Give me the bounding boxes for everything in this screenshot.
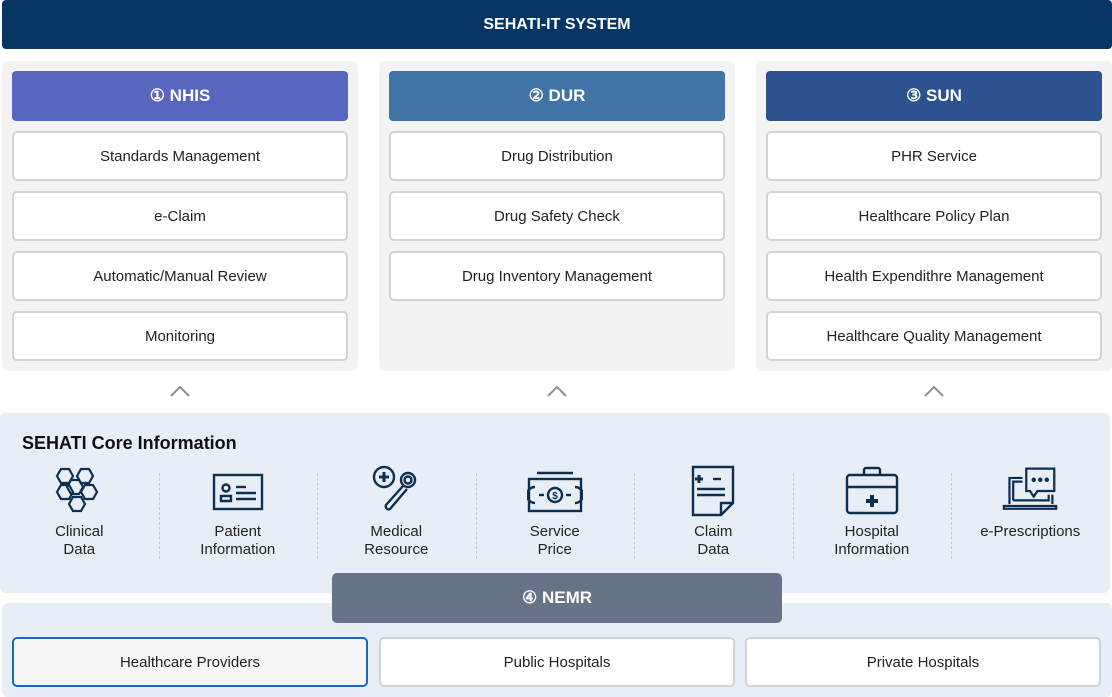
- hexagon-cluster-icon: [55, 467, 99, 513]
- banknote-icon: $: [526, 471, 583, 513]
- id-card-icon: [212, 473, 263, 511]
- nhis-item-monitoring[interactable]: Monitoring: [12, 311, 348, 361]
- core-item-label: Hospital Information: [834, 523, 910, 558]
- core-item-label: e-Prescriptions: [980, 523, 1081, 540]
- nhis-item-review[interactable]: Automatic/Manual Review: [12, 251, 348, 301]
- nhis-header[interactable]: ① NHIS: [12, 71, 348, 121]
- core-item-label: Patient Information: [200, 523, 276, 558]
- medical-magnifier-icon: [373, 465, 417, 511]
- core-item-hospital-information[interactable]: Hospital Information: [792, 465, 952, 565]
- core-item-medical-resource[interactable]: Medical Resource: [317, 465, 476, 565]
- dur-panel: ② DUR Drug Distribution Drug Safety Chec…: [379, 61, 735, 371]
- svg-text:$: $: [552, 491, 558, 502]
- core-information-panel: SEHATI Core Information Clinical Data Pa…: [0, 413, 1110, 593]
- nemr-item-healthcare-providers[interactable]: Healthcare Providers: [12, 637, 368, 687]
- dur-item-drug-safety-check[interactable]: Drug Safety Check: [389, 191, 725, 241]
- core-item-clinical-data[interactable]: Clinical Data: [0, 465, 159, 565]
- core-item-service-price[interactable]: $ Service Price: [475, 465, 635, 565]
- core-item-label: Clinical Data: [55, 523, 104, 558]
- dur-item-drug-distribution[interactable]: Drug Distribution: [389, 131, 725, 181]
- dur-header[interactable]: ② DUR: [389, 71, 725, 121]
- claim-document-icon: [692, 465, 735, 517]
- nemr-header[interactable]: ④ NEMR: [332, 573, 782, 623]
- sun-panel: ③ SUN PHR Service Healthcare Policy Plan…: [756, 61, 1112, 371]
- sun-item-policy-plan[interactable]: Healthcare Policy Plan: [766, 191, 1102, 241]
- sun-item-expenditure[interactable]: Health Expendithre Management: [766, 251, 1102, 301]
- sun-item-quality[interactable]: Healthcare Quality Management: [766, 311, 1102, 361]
- core-item-label: Medical Resource: [364, 523, 429, 558]
- chevron-up-icon: [170, 385, 190, 397]
- medical-kit-icon: [845, 466, 898, 515]
- core-item-claim-data[interactable]: Claim Data: [634, 465, 793, 565]
- nhis-panel: ① NHIS Standards Management e-Claim Auto…: [2, 61, 358, 371]
- nhis-item-e-claim[interactable]: e-Claim: [12, 191, 348, 241]
- chevron-up-icon: [924, 385, 944, 397]
- sun-header[interactable]: ③ SUN: [766, 71, 1102, 121]
- core-item-patient-information[interactable]: Patient Information: [158, 465, 318, 565]
- chevron-up-icon: [547, 385, 567, 397]
- system-title: SEHATI-IT SYSTEM: [483, 15, 631, 33]
- core-information-title: SEHATI Core Information: [22, 433, 237, 453]
- core-item-label: Claim Data: [694, 523, 733, 558]
- nemr-item-public-hospitals[interactable]: Public Hospitals: [379, 637, 735, 687]
- nhis-item-standards-management[interactable]: Standards Management: [12, 131, 348, 181]
- laptop-chat-icon: [1002, 467, 1058, 510]
- nemr-item-private-hospitals[interactable]: Private Hospitals: [745, 637, 1101, 687]
- sun-item-phr-service[interactable]: PHR Service: [766, 131, 1102, 181]
- dur-item-drug-inventory[interactable]: Drug Inventory Management: [389, 251, 725, 301]
- core-item-label: Service Price: [529, 523, 580, 558]
- system-title-bar: SEHATI-IT SYSTEM: [2, 0, 1112, 49]
- core-item-e-prescriptions[interactable]: e-Prescriptions: [951, 465, 1110, 565]
